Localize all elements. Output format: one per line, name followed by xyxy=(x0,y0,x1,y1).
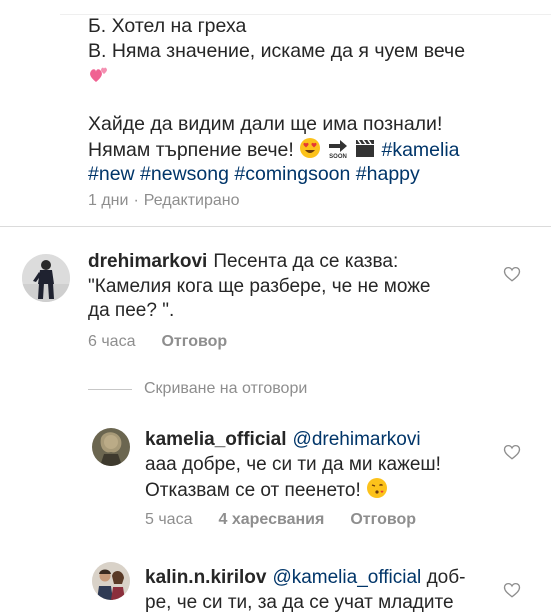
hashtag-new[interactable]: #new xyxy=(88,163,135,185)
comment-text-drehimarkovi: drehimarkovi Песента да се казва: "Камели… xyxy=(88,250,508,324)
caption-line-wish2: Нямам търпение вече! SOON #kamelia xyxy=(88,137,518,163)
reply-line-3: Отказвам се от пеенето! xyxy=(145,480,361,501)
reply-mention-kamelia[interactable]: @kamelia_official xyxy=(272,567,421,588)
avatar-kamelia-official[interactable] xyxy=(92,428,130,466)
caption-edited-label: Редактирано xyxy=(143,192,240,209)
comment-username-drehimarkovi[interactable]: drehimarkovi xyxy=(88,251,207,272)
caption-line-b: Б. Хотел на греха xyxy=(88,15,247,37)
clapper-board-emoji xyxy=(356,139,375,157)
comment-line-2: "Камелия кога ще разбере, че не може xyxy=(88,275,431,297)
comment-time: 6 часа xyxy=(88,333,136,350)
soon-arrow-emoji: SOON xyxy=(328,139,347,159)
reply-time: 5 часа xyxy=(145,511,193,528)
reply-username-kalin[interactable]: kalin.n.kirilov xyxy=(145,567,266,588)
kissing-face-emoji xyxy=(367,478,388,498)
caption-meta-separator: · xyxy=(133,192,139,209)
reply-line-2: ааа добре, че си ти да ми кажеш! xyxy=(145,453,441,475)
hashtag-kamelia[interactable]: #kamelia xyxy=(381,139,459,161)
caption-emoji-line xyxy=(88,63,518,88)
reply-text-kamelia: kamelia_official @drehimarkovi ааа добре,… xyxy=(145,428,505,504)
likes-count-button[interactable]: 4 харесвания xyxy=(218,511,324,529)
reply-meta-kamelia: 5 часа 4 харесвания Отговор xyxy=(145,511,416,529)
hashtag-comingsoon[interactable]: #comingsoon xyxy=(234,163,350,185)
comment-meta-drehimarkovi: 6 часа Отговор xyxy=(88,333,227,351)
replies-dash xyxy=(88,388,132,390)
post-caption: Б. Хотел на греха В. Няма значение, иска… xyxy=(88,14,518,187)
reply-mention-drehimarkovi[interactable]: @drehimarkovi xyxy=(293,429,421,450)
reply-button[interactable]: Отговор xyxy=(350,511,416,529)
avatar-image xyxy=(92,428,130,466)
reply-button[interactable]: Отговор xyxy=(161,333,227,351)
two-hearts-emoji xyxy=(90,67,107,82)
previous-content-edge xyxy=(60,0,551,15)
avatar-kalin-n-kirilov[interactable] xyxy=(92,562,130,600)
heart-outline-icon[interactable] xyxy=(503,265,521,283)
reply-text-kalin: kalin.n.kirilov @kamelia_official доб- ре… xyxy=(145,566,505,615)
caption-line-v: В. Няма значение, искаме да я чуем вече xyxy=(88,39,466,62)
avatar-drehimarkovi[interactable] xyxy=(22,254,70,302)
avatar-image xyxy=(22,254,70,302)
hashtag-happy[interactable]: #happy xyxy=(356,163,420,185)
avatar-image xyxy=(92,562,130,600)
heart-outline-icon[interactable] xyxy=(503,443,521,461)
heart-outline-icon[interactable] xyxy=(503,581,521,599)
caption-meta: 1 дни · Редактирано xyxy=(88,192,240,210)
reply-line-2: ре, че си ти, за да се учат младите xyxy=(145,591,454,613)
heart-eyes-emoji xyxy=(300,137,321,158)
caption-divider xyxy=(0,226,551,227)
caption-hashtags-line: #new #newsong #comingsoon #happy xyxy=(88,162,518,187)
hashtag-newsong[interactable]: #newsong xyxy=(140,163,229,185)
reply-tail: доб- xyxy=(426,567,466,588)
caption-time: 1 дни xyxy=(88,192,129,209)
hide-replies-label: Скриване на отговори xyxy=(144,380,308,397)
hide-replies-toggle[interactable]: Скриване на отговори xyxy=(88,380,307,398)
caption-line-wish1: Хайде да видим дали ще има познали! xyxy=(88,113,443,135)
caption-wish2-text: Нямам търпение вече! xyxy=(88,138,294,161)
reply-username-kamelia[interactable]: kamelia_official xyxy=(145,429,287,450)
comment-line-1: Песента да се казва: xyxy=(213,251,399,272)
svg-text:SOON: SOON xyxy=(329,154,347,159)
comment-line-3: да пее? ". xyxy=(88,300,175,321)
